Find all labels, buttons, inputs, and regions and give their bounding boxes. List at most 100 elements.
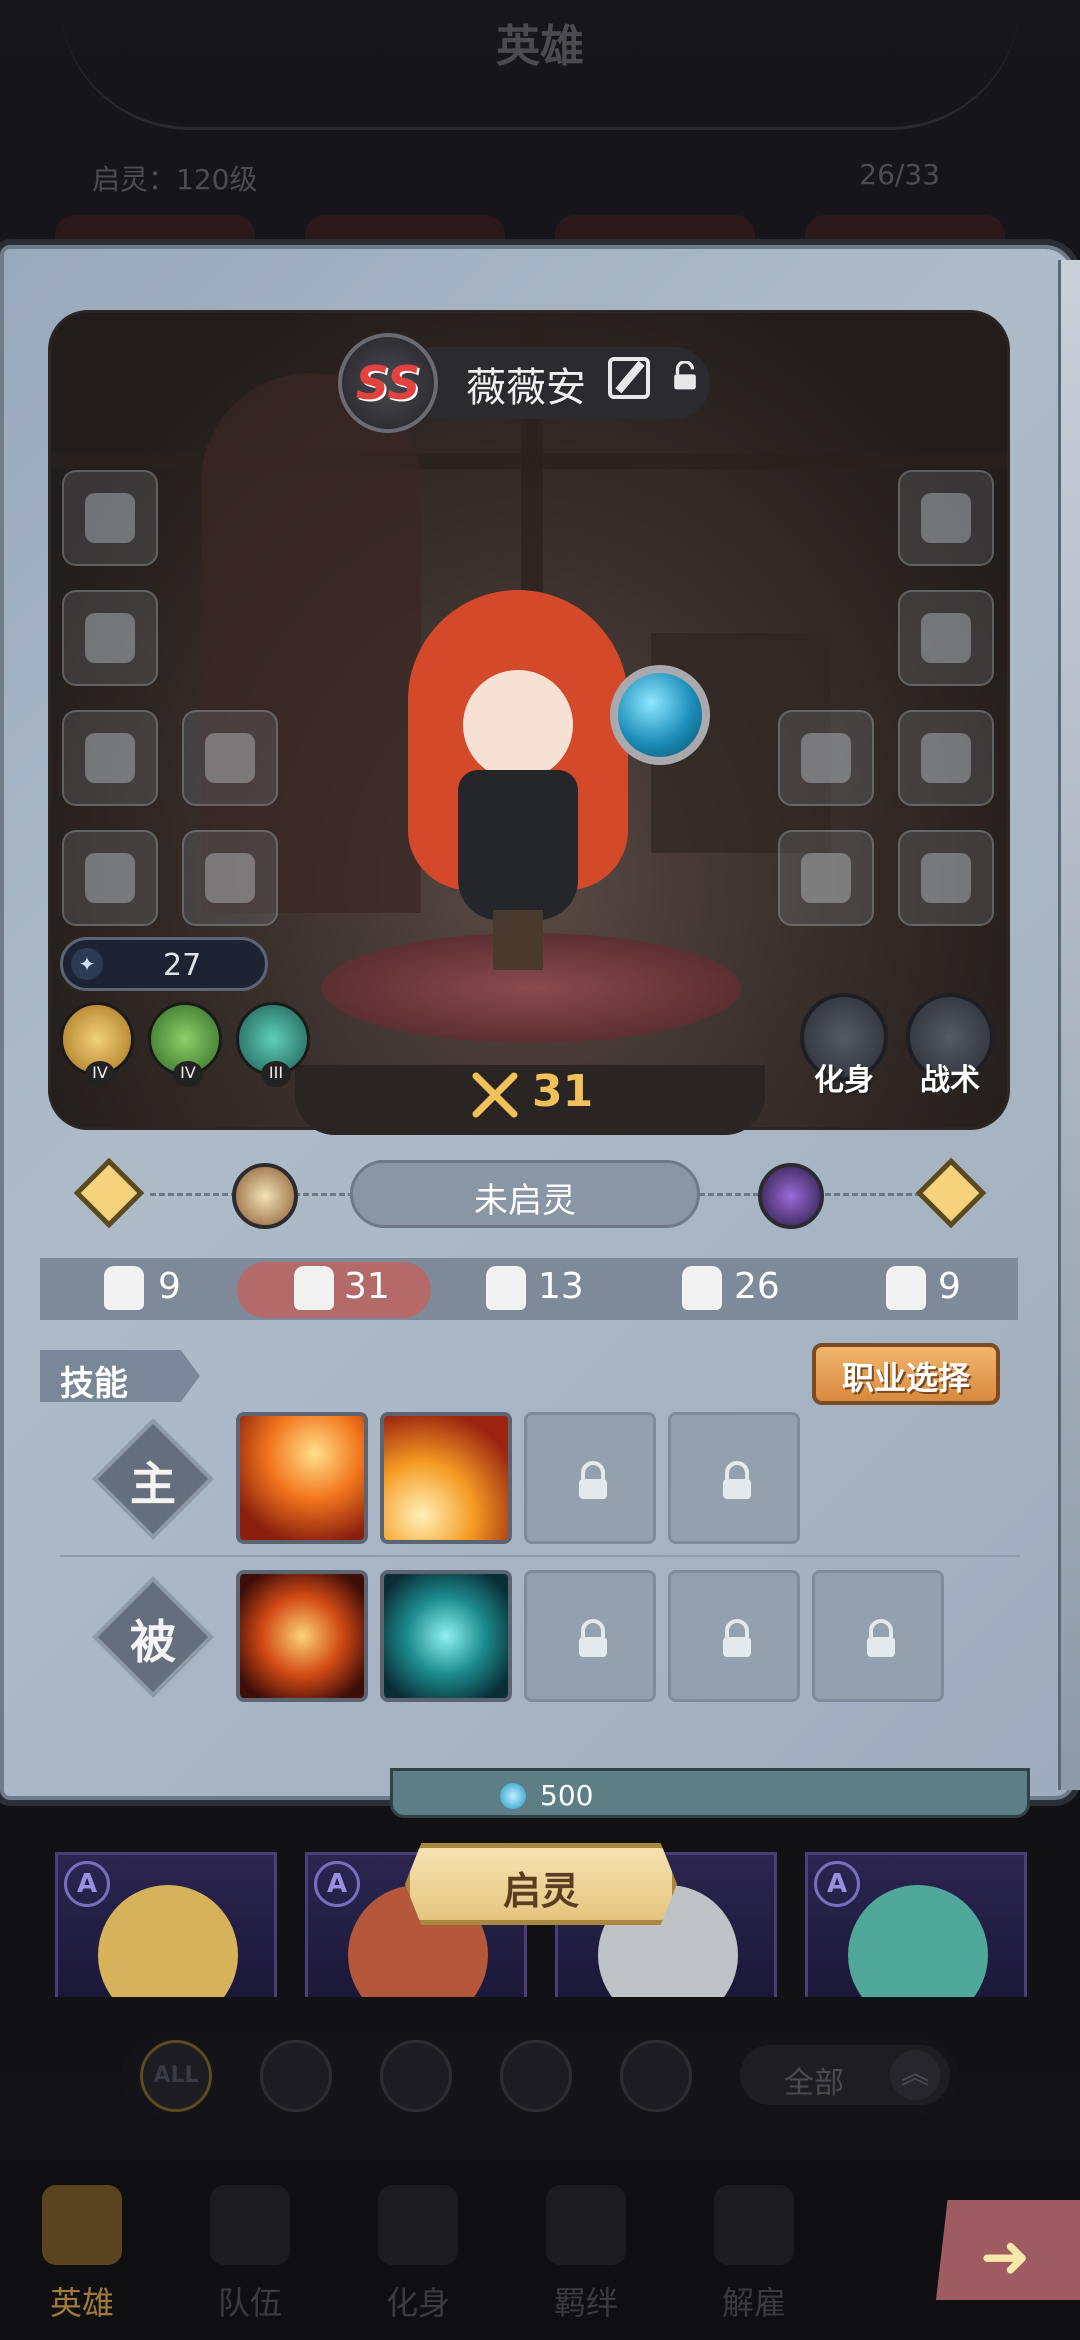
card-rank: A [64,1861,110,1907]
book-page-edge [1058,260,1080,1790]
shield-icon [85,613,135,663]
awaken-mystery-icon[interactable] [758,1163,824,1229]
spirit-gem-icon [500,1783,526,1809]
fist-icon [104,1266,144,1310]
ring-icon [85,733,135,783]
brain-icon [294,1266,334,1310]
locked-skill-slot[interactable] [668,1412,800,1544]
nav-heroes[interactable]: 英雄 [2,2278,162,2324]
locked-skill-slot[interactable] [524,1570,656,1702]
arrow-right-icon: ➜ [980,2222,1031,2292]
hero-portrait [848,1885,988,1997]
avatar-nav-icon[interactable] [378,2185,458,2265]
nav-team[interactable]: 队伍 [170,2278,330,2324]
offhand-slot[interactable] [62,590,158,686]
card-rank: A [314,1861,360,1907]
hero-power: 31 [532,1066,594,1117]
hero-name: 薇薇安 [466,365,586,411]
lock-icon [579,1619,607,1657]
awaken-level-text: 启灵：120级 [92,163,258,196]
level-icon: ✦ [71,948,103,980]
aura-skill-icon[interactable] [236,1570,368,1702]
hero-legs [493,910,543,970]
locked-skill-slot[interactable] [668,1570,800,1702]
ring-slot[interactable] [62,710,158,806]
skills-title: 技能 [60,1364,128,1404]
filter-mage-icon[interactable] [380,2040,452,2112]
hero-nav-icon[interactable] [42,2185,122,2265]
hero-count-text: 26/33 [859,158,940,191]
stat-intellect: 31 [344,1266,390,1307]
burst-skill-icon[interactable] [380,1412,512,1544]
boots-icon [921,853,971,903]
job-select-label: 职业选择 [841,1359,970,1397]
faction-leaf-icon[interactable]: IV [148,1002,222,1087]
stat-agility: 13 [538,1266,584,1307]
lock-icon [867,1619,895,1657]
scene-beam [51,453,1007,469]
hero-portrait [98,1885,238,1997]
hero-level: 27 [163,948,202,983]
locked-skill-slot[interactable] [812,1570,944,1702]
boot-icon [486,1266,526,1310]
page-title: 英雄 [496,21,584,72]
passive-type-label: 被 [130,1615,176,1669]
unlock-icon[interactable] [670,361,700,391]
hero-screen: 英雄 启灵：120级 26/33 SS 薇薇安 ✦ 27 IV IV III 3… [0,0,1080,2340]
nav-avatar[interactable]: 化身 [338,2278,498,2324]
nav-dismiss[interactable]: 解雇 [674,2278,834,2324]
gem-slot[interactable] [778,710,874,806]
spark-icon [682,1266,722,1310]
sword-icon [85,493,135,543]
filter-all-button[interactable]: ALL [140,2040,212,2112]
armor-slot[interactable] [898,590,994,686]
roster-card[interactable]: A [805,1852,1027,1997]
avatar-label: 化身 [814,1063,874,1098]
awaken-cost: 500 [540,1779,594,1812]
filter-warrior-icon[interactable] [260,2040,332,2112]
stat-highlight [237,1262,431,1318]
lock-icon [723,1461,751,1499]
awaken-button-label: 启灵 [502,1869,579,1913]
lock-icon [579,1461,607,1499]
hero-orb-icon [610,665,710,765]
filter-ranger-icon[interactable] [620,2040,692,2112]
dash-skill-icon[interactable] [380,1570,512,1702]
hero-face [463,670,573,780]
awaken-crystal-icon[interactable] [232,1163,298,1229]
helmet-icon [921,493,971,543]
team-nav-icon[interactable] [210,2185,290,2265]
rune-icon [85,853,135,903]
awaken-cost-bar [390,1768,1030,1818]
hero-character [398,590,638,980]
bond-nav-icon[interactable] [546,2185,626,2265]
boots-slot[interactable] [898,830,994,926]
hero-body [458,770,578,920]
rune-slot[interactable] [62,830,158,926]
weapon-slot[interactable] [62,470,158,566]
hero-level-bar: ✦ 27 [60,937,268,991]
armor-icon [921,613,971,663]
skills-divider [60,1555,1020,1557]
helmet-slot[interactable] [898,470,994,566]
pants-icon [921,733,971,783]
chevron-up-icon[interactable]: ︽ [890,2050,940,2100]
faction-sun-icon[interactable]: IV [60,1002,134,1087]
faction-tier: IV [85,1061,115,1087]
faction-tier: IV [173,1061,203,1087]
artifact-slot[interactable] [182,710,278,806]
edit-name-icon[interactable] [608,357,650,399]
pants-slot[interactable] [898,710,994,806]
locked-skill-slot[interactable] [524,1412,656,1544]
faction-eye-icon[interactable]: III [236,1002,310,1087]
nav-bond[interactable]: 羁绊 [506,2278,666,2324]
bracelet-slot[interactable] [778,830,874,926]
roster-card[interactable]: A [55,1852,277,1997]
card-rank: A [814,1861,860,1907]
meteor-skill-icon[interactable] [236,1412,368,1544]
spiral-slot[interactable] [182,830,278,926]
filter-support-icon[interactable] [500,2040,572,2112]
tactics-label: 战术 [920,1063,980,1098]
stats-bar [40,1258,1018,1320]
dismiss-nav-icon[interactable] [714,2185,794,2265]
